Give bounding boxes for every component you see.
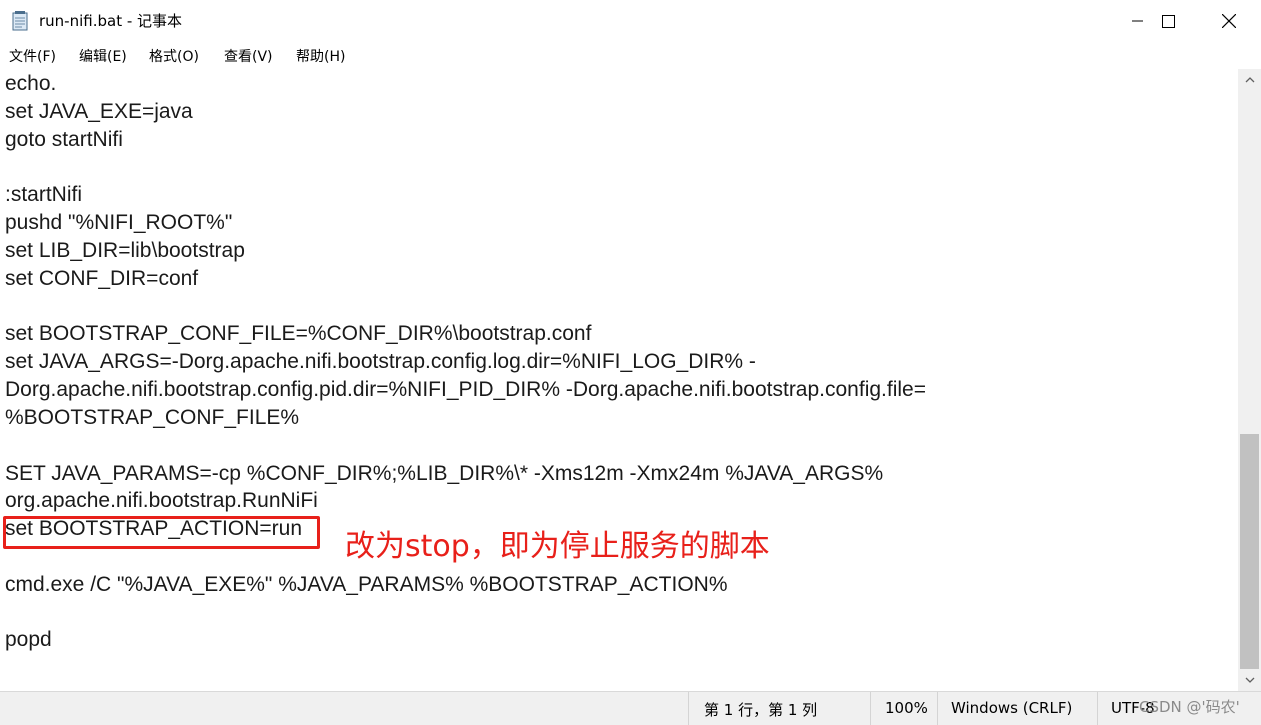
status-divider (1097, 692, 1098, 725)
chevron-up-icon (1245, 77, 1254, 83)
scroll-thumb[interactable] (1240, 434, 1259, 669)
annotation-text: 改为stop，即为停止服务的脚本 (345, 529, 770, 564)
editor-line: popd (5, 628, 52, 651)
editor-line: pushd "%NIFI_ROOT%" (5, 211, 233, 234)
scroll-up-button[interactable] (1238, 69, 1261, 91)
title-bar: run-nifi.bat - 记事本 (0, 0, 1261, 42)
status-divider (870, 692, 871, 725)
window-title: run-nifi.bat - 记事本 (39, 12, 183, 30)
text-editor[interactable]: echo. set JAVA_EXE=java goto startNifi :… (0, 69, 1238, 691)
close-button[interactable] (1200, 0, 1258, 42)
menu-bar: 文件(F) 编辑(E) 格式(O) 查看(V) 帮助(H) (0, 42, 1261, 69)
watermark: CSDN @'码农' (1139, 698, 1240, 716)
editor-line: cmd.exe /C "%JAVA_EXE%" %JAVA_PARAMS% %B… (5, 573, 728, 596)
close-icon (1222, 14, 1236, 28)
maximize-icon (1161, 14, 1175, 28)
menu-file[interactable]: 文件(F) (9, 46, 56, 66)
editor-line: set CONF_DIR=conf (5, 267, 199, 290)
editor-line: %BOOTSTRAP_CONF_FILE% (5, 406, 300, 429)
status-bar: 第 1 行，第 1 列 100% Windows (CRLF) UTF-8 (0, 691, 1261, 725)
scroll-down-button[interactable] (1238, 669, 1261, 691)
editor-line: set JAVA_EXE=java (5, 100, 193, 123)
status-divider (937, 692, 938, 725)
editor-line: set LIB_DIR=lib\bootstrap (5, 239, 245, 262)
editor-line: SET JAVA_PARAMS=-cp %CONF_DIR%;%LIB_DIR%… (5, 462, 884, 485)
menu-edit[interactable]: 编辑(E) (79, 46, 127, 66)
highlight-box (3, 516, 320, 549)
notepad-icon (12, 11, 29, 31)
cursor-position: 第 1 行，第 1 列 (704, 701, 818, 719)
chevron-down-icon (1245, 677, 1254, 683)
editor-line: Dorg.apache.nifi.bootstrap.config.pid.di… (5, 378, 926, 401)
editor-line: org.apache.nifi.bootstrap.RunNiFi (5, 489, 318, 512)
menu-format[interactable]: 格式(O) (149, 46, 199, 66)
line-ending: Windows (CRLF) (951, 699, 1073, 717)
menu-view[interactable]: 查看(V) (224, 46, 273, 66)
status-divider (688, 692, 689, 725)
menu-help[interactable]: 帮助(H) (296, 46, 345, 66)
editor-line: :startNifi (5, 183, 83, 206)
zoom-level: 100% (885, 699, 928, 717)
editor-line: echo. (5, 72, 57, 95)
editor-line: set BOOTSTRAP_CONF_FILE=%CONF_DIR%\boots… (5, 322, 592, 345)
maximize-button[interactable] (1139, 0, 1197, 42)
editor-line: set JAVA_ARGS=-Dorg.apache.nifi.bootstra… (5, 350, 756, 373)
vertical-scrollbar[interactable] (1238, 69, 1261, 691)
editor-line: goto startNifi (5, 128, 123, 151)
